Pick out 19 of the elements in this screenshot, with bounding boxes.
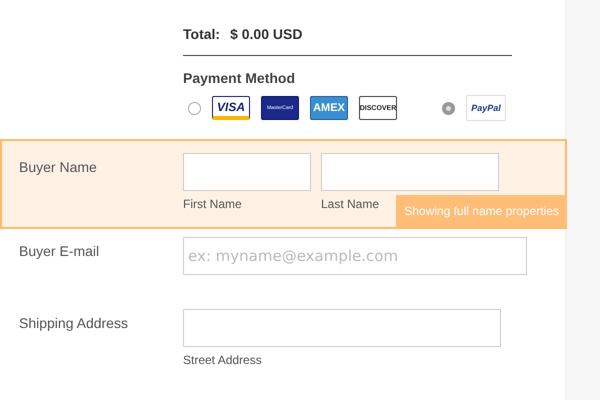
card-logo: VISA — [212, 96, 250, 120]
text-field[interactable] — [321, 153, 499, 191]
field-label: Buyer E-mail — [19, 242, 100, 261]
text-field[interactable] — [183, 309, 501, 347]
radio-button[interactable] — [442, 102, 455, 114]
card-logo: AMEX — [310, 96, 348, 120]
field-sublabel: Last Name — [321, 196, 380, 213]
field-sublabel: First Name — [183, 196, 242, 213]
tooltip: Showing full name properties — [396, 195, 567, 227]
email-field[interactable]: ex: myname@example.com — [183, 237, 527, 275]
total-label: Total: — [183, 25, 220, 44]
text-field[interactable] — [183, 153, 311, 191]
section-title: Payment Method — [183, 69, 296, 88]
field-sublabel: Street Address — [183, 352, 263, 369]
field-label: Buyer Name — [19, 158, 98, 177]
field-label: Shipping Address — [19, 314, 129, 333]
total-amount: $ 0.00 USD — [230, 25, 302, 44]
radio-button[interactable] — [188, 102, 201, 114]
card-logo: PayPal — [466, 95, 506, 121]
